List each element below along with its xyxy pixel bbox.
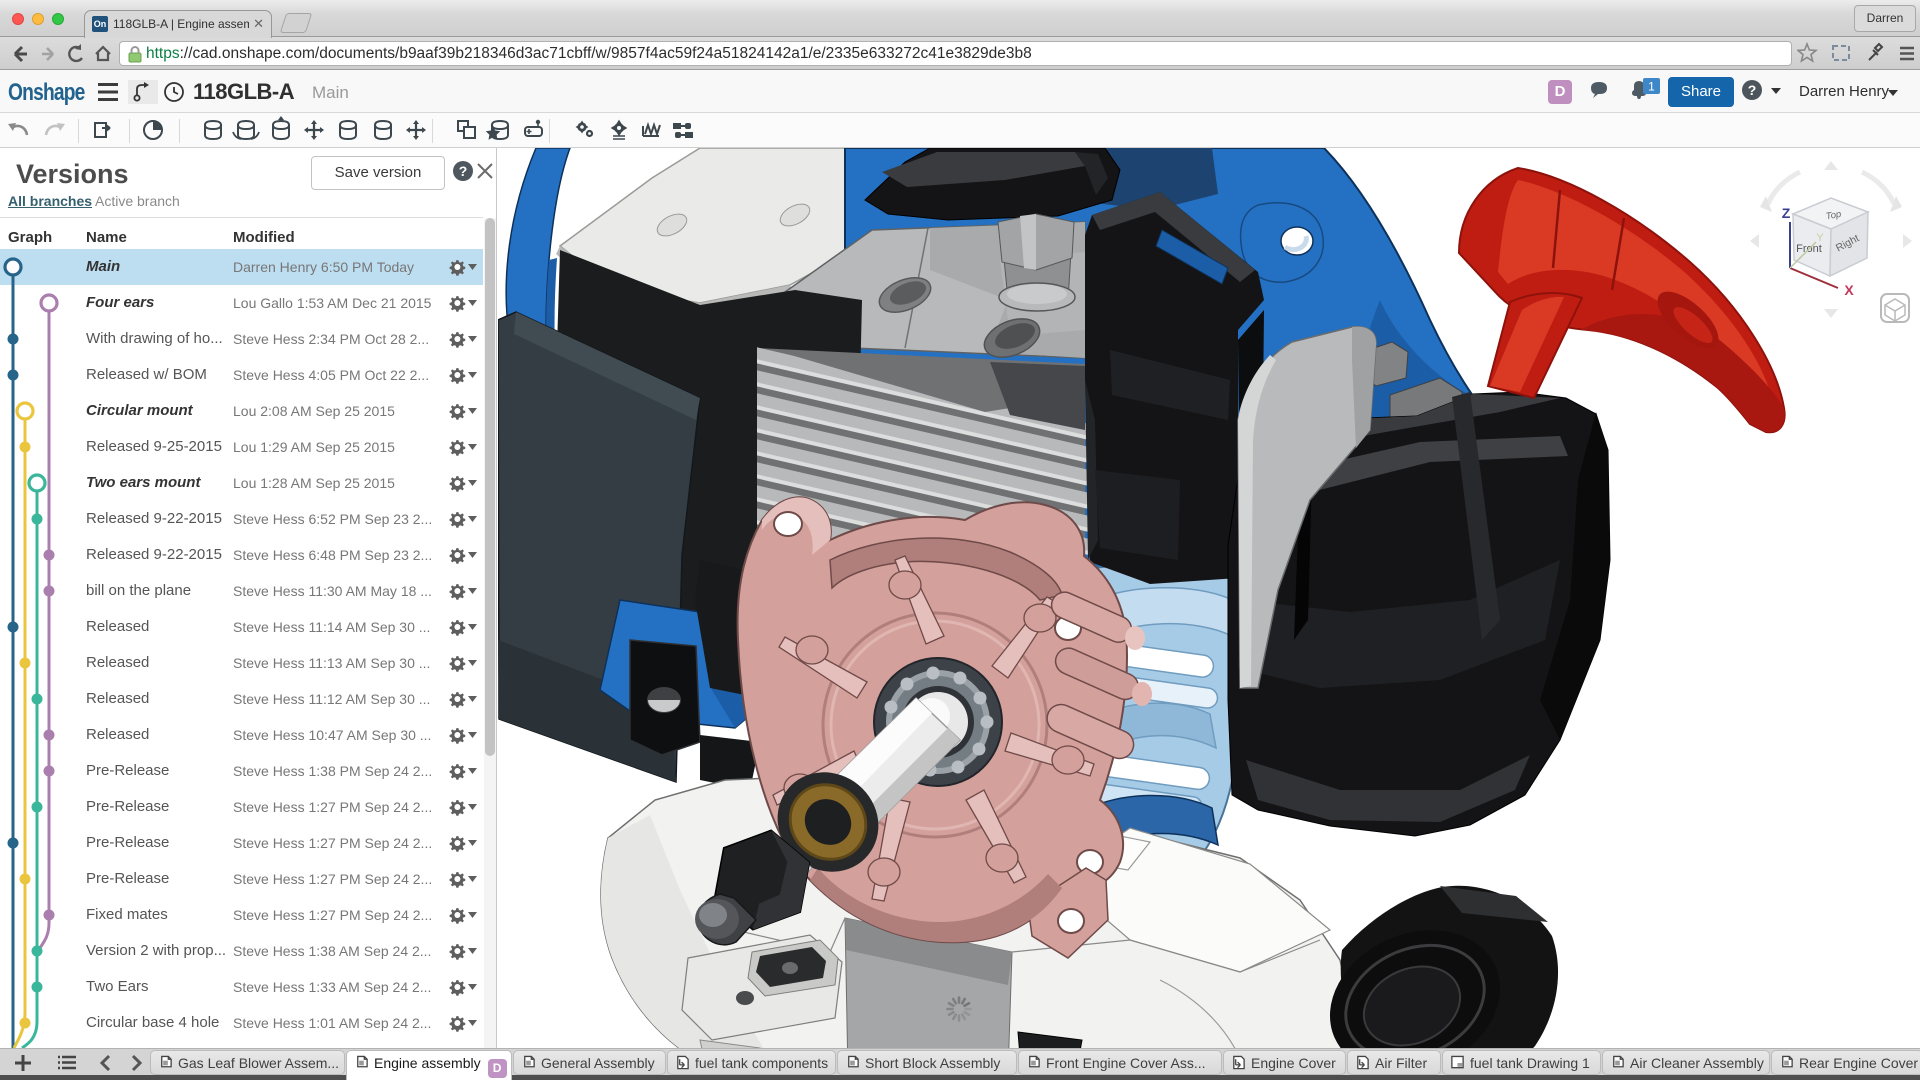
svg-text:Y: Y — [1816, 232, 1824, 244]
svg-text:1: 1 — [1648, 80, 1655, 94]
svg-text:Z: Z — [1782, 205, 1791, 221]
svg-text:?: ? — [459, 163, 468, 179]
svg-text:X: X — [1844, 282, 1854, 298]
svg-text:?: ? — [1748, 82, 1757, 98]
